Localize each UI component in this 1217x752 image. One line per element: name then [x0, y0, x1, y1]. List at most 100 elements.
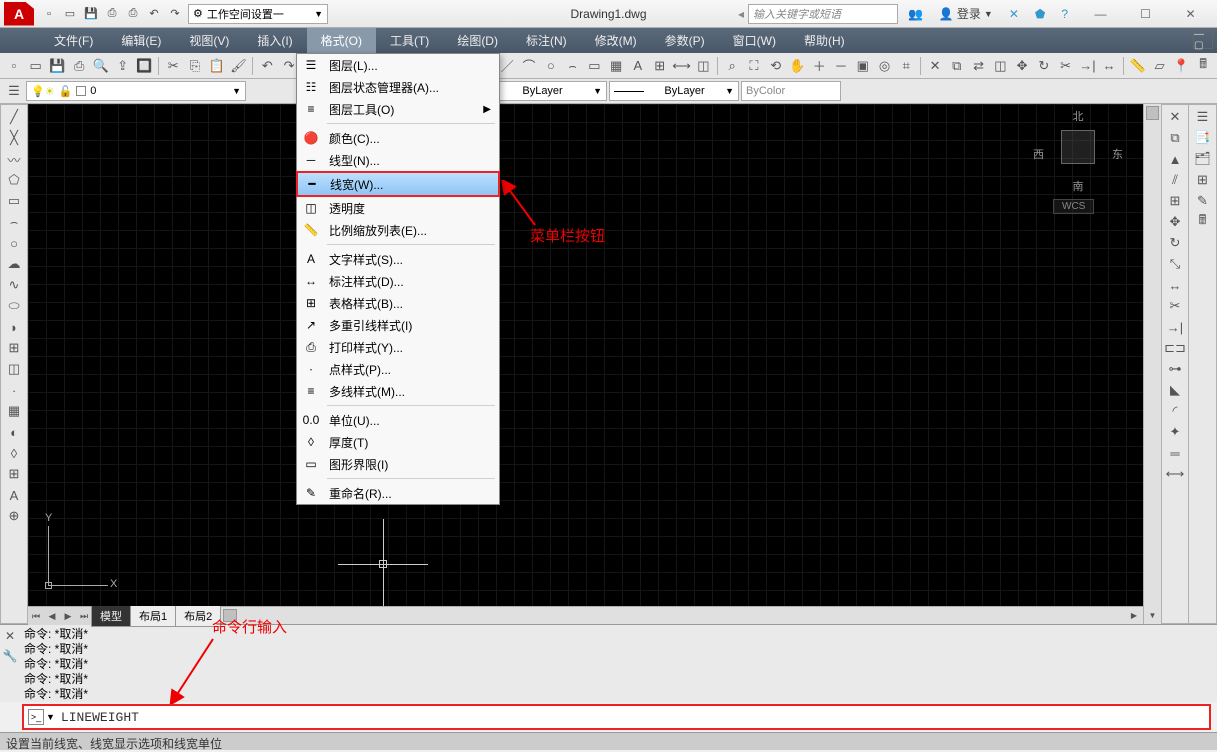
menu-文件[interactable]: 文件(F) — [40, 28, 107, 53]
maximize-button[interactable]: ☐ — [1123, 2, 1168, 26]
copy2-icon[interactable]: ⧉ — [947, 56, 967, 76]
new-icon[interactable]: ▫ — [40, 5, 58, 23]
extend-icon[interactable]: →| — [1164, 317, 1186, 337]
new-icon[interactable]: ▫ — [4, 56, 24, 76]
sheetset-icon[interactable]: 📑 — [1192, 128, 1214, 148]
chevron-down-icon[interactable]: ▼ — [46, 712, 55, 722]
align-icon[interactable]: ═ — [1164, 443, 1186, 463]
dc-icon[interactable]: ⊞ — [1192, 170, 1214, 190]
zoom-in-icon[interactable]: ＋ — [809, 56, 829, 76]
menu-item-layer-state[interactable]: ☷图层状态管理器(A)... — [297, 76, 499, 98]
redo-icon[interactable]: ↷ — [166, 5, 184, 23]
scroll-down-icon[interactable]: ▼ — [1146, 608, 1159, 622]
mtext-icon[interactable]: A — [3, 485, 25, 505]
menu-工具[interactable]: 工具(T) — [376, 28, 443, 53]
trim-icon[interactable]: ✂ — [1056, 56, 1076, 76]
mdi-restore-button[interactable]: —▢ — [1193, 31, 1213, 49]
view-cube[interactable]: 北 南 西 东 WCS — [1033, 108, 1123, 218]
undo-icon[interactable]: ↶ — [257, 56, 277, 76]
layout-tab[interactable]: 布局2 — [175, 605, 221, 627]
calc-icon[interactable]: 🖩 — [1193, 56, 1213, 76]
match-icon[interactable]: 🖌 — [229, 56, 249, 76]
layout-tab[interactable]: 模型 — [91, 605, 131, 627]
ellipse-icon[interactable]: ⬭ — [3, 296, 25, 316]
ellipse-arc-icon[interactable]: ◗ — [3, 317, 25, 337]
menu-item-point-style[interactable]: ∙点样式(P)... — [297, 358, 499, 380]
ds-icon[interactable]: ⌗ — [896, 56, 916, 76]
menu-item-rename[interactable]: ✎重命名(R)... — [297, 482, 499, 504]
menu-绘图[interactable]: 绘图(D) — [443, 28, 512, 53]
rect-icon[interactable]: ▭ — [3, 191, 25, 211]
app-logo[interactable]: A — [4, 2, 34, 26]
menu-item-plot-style[interactable]: ⎙打印样式(Y)... — [297, 336, 499, 358]
offset-icon[interactable]: ⫽ — [1164, 170, 1186, 190]
saveas-icon[interactable]: ⎙ — [103, 5, 121, 23]
menu-item-scale-list[interactable]: 📏比例缩放列表(E)... — [297, 219, 499, 241]
signin-button[interactable]: 👤登录▼ — [933, 3, 999, 24]
open-icon[interactable]: ▭ — [61, 5, 79, 23]
hatch-icon[interactable]: ▦ — [3, 401, 25, 421]
close-button[interactable]: ✕ — [1168, 2, 1213, 26]
search-input[interactable]: 输入关键字或短语 — [748, 4, 898, 24]
app-icon[interactable]: ⬟ — [1029, 5, 1051, 23]
copy-icon[interactable]: ⎘ — [185, 56, 205, 76]
command-input[interactable] — [61, 710, 1205, 725]
menu-修改[interactable]: 修改(M) — [581, 28, 651, 53]
id-icon[interactable]: 📍 — [1172, 56, 1192, 76]
lengthen-icon[interactable]: ⟷ — [1164, 464, 1186, 484]
zoom-win-icon[interactable]: ⌕ — [722, 56, 742, 76]
view-icon[interactable]: 🔲 — [135, 56, 155, 76]
menu-视图[interactable]: 视图(V) — [175, 28, 243, 53]
fillet-icon[interactable]: ◜ — [1164, 401, 1186, 421]
spline-icon[interactable]: ∿ — [3, 275, 25, 295]
insert-icon[interactable]: ⊞ — [3, 338, 25, 358]
pan-icon[interactable]: ✋ — [788, 56, 808, 76]
erase-icon[interactable]: ✕ — [1164, 107, 1186, 127]
extend-icon[interactable]: →| — [1078, 56, 1098, 76]
block-icon[interactable]: ◫ — [3, 359, 25, 379]
layer-selector[interactable]: 💡 ☀ 🔓 0 ▼ — [26, 81, 246, 101]
trim-icon[interactable]: ✂ — [1164, 296, 1186, 316]
menu-item-transparency[interactable]: ◫透明度 — [297, 197, 499, 219]
paste-icon[interactable]: 📋 — [207, 56, 227, 76]
zoom-obj-icon[interactable]: ◎ — [875, 56, 895, 76]
command-history[interactable]: 命令: *取消*命令: *取消*命令: *取消*命令: *取消*命令: *取消* — [20, 625, 1217, 702]
menu-插入[interactable]: 插入(I) — [243, 28, 306, 53]
block-icon[interactable]: ◫ — [694, 56, 714, 76]
menu-item-limits[interactable]: ▭图形界限(I) — [297, 453, 499, 475]
save-icon[interactable]: 💾 — [48, 56, 68, 76]
properties-icon[interactable]: ☰ — [1192, 107, 1214, 127]
print-icon[interactable]: ⎙ — [69, 56, 89, 76]
publish-icon[interactable]: ⇪ — [113, 56, 133, 76]
color-selector[interactable]: ByColor — [741, 81, 841, 101]
pline-icon[interactable]: ⌒ — [519, 56, 539, 76]
table-icon[interactable]: ⊞ — [650, 56, 670, 76]
move-icon[interactable]: ✥ — [1164, 212, 1186, 232]
menu-窗口[interactable]: 窗口(W) — [719, 28, 790, 53]
add-icon[interactable]: ⊕ — [3, 506, 25, 526]
dim-icon[interactable]: ⟷ — [672, 56, 692, 76]
revcloud-icon[interactable]: ☁ — [3, 254, 25, 274]
mirror-icon[interactable]: ⇄ — [969, 56, 989, 76]
point-icon[interactable]: ∙ — [3, 380, 25, 400]
join-icon[interactable]: ⊶ — [1164, 359, 1186, 379]
menu-item-dim-style[interactable]: ↔标注样式(D)... — [297, 270, 499, 292]
open-icon[interactable]: ▭ — [26, 56, 46, 76]
tab-next-icon[interactable]: ▶ — [60, 608, 76, 624]
menu-item-linetype[interactable]: ─线型(N)... — [297, 149, 499, 171]
zoom-prev-icon[interactable]: ⟲ — [766, 56, 786, 76]
zoom-out-icon[interactable]: － — [831, 56, 851, 76]
stretch-icon[interactable]: ↔ — [1099, 56, 1119, 76]
measure-icon[interactable]: 📏 — [1128, 56, 1148, 76]
line-icon[interactable]: ／ — [497, 56, 517, 76]
menu-标注[interactable]: 标注(N) — [512, 28, 581, 53]
stretch-icon[interactable]: ↔ — [1164, 275, 1186, 295]
calc-icon[interactable]: 🖩 — [1192, 212, 1214, 232]
tab-first-icon[interactable]: ⏮ — [28, 608, 44, 624]
menu-item-layers[interactable]: ☰图层(L)... — [297, 54, 499, 76]
save-icon[interactable]: 💾 — [82, 5, 100, 23]
menu-item-color[interactable]: 🔴颜色(C)... — [297, 127, 499, 149]
menu-item-text-style[interactable]: A文字样式(S)... — [297, 248, 499, 270]
drawing-canvas[interactable]: YX 北 南 西 东 WCS — [28, 104, 1143, 606]
wrench-icon[interactable]: 🔧 — [3, 649, 18, 663]
